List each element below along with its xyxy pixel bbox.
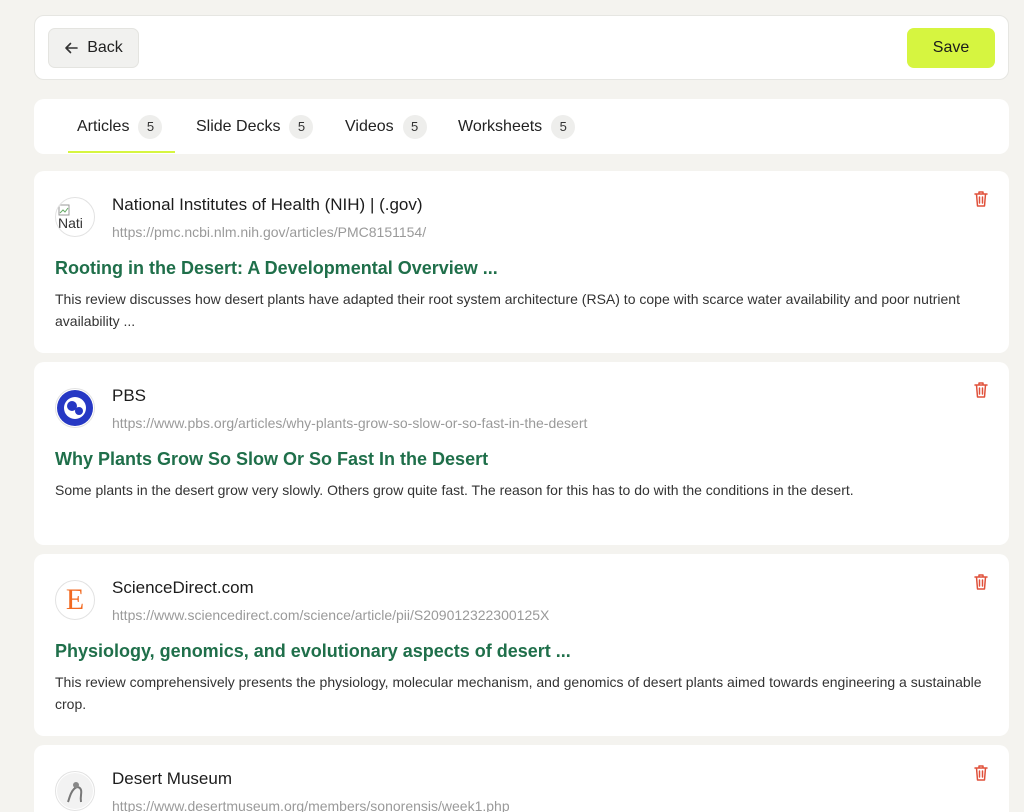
tab-count-badge: 5 bbox=[289, 114, 314, 139]
article-title[interactable]: Why Plants Grow So Slow Or So Fast In th… bbox=[55, 449, 488, 470]
source-name: Desert Museum bbox=[112, 769, 232, 788]
source-logo bbox=[55, 388, 95, 428]
trash-icon[interactable] bbox=[973, 764, 989, 782]
back-label: Back bbox=[87, 39, 123, 56]
desert-museum-logo-icon bbox=[57, 773, 93, 809]
back-button[interactable]: Back bbox=[48, 28, 139, 68]
tab-label: Worksheets bbox=[458, 117, 543, 135]
source-name: National Institutes of Health (NIH) | (.… bbox=[112, 195, 423, 214]
tab-count-badge: 5 bbox=[551, 114, 576, 139]
trash-icon[interactable] bbox=[973, 573, 989, 591]
article-description: Some plants in the desert grow very slow… bbox=[55, 482, 854, 498]
article-description: This review comprehensively presents the… bbox=[55, 674, 982, 712]
source-url[interactable]: https://www.desertmuseum.org/members/son… bbox=[112, 798, 510, 812]
article-card: Desert Museum https://www.desertmuseum.o… bbox=[34, 745, 1009, 812]
tab-label: Videos bbox=[345, 117, 394, 135]
tab-videos[interactable]: Videos 5 bbox=[345, 99, 427, 154]
article-title[interactable]: Rooting in the Desert: A Developmental O… bbox=[55, 258, 498, 279]
trash-icon[interactable] bbox=[973, 190, 989, 208]
article-card: E ScienceDirect.com https://www.scienced… bbox=[34, 554, 1009, 736]
tab-count-badge: 5 bbox=[402, 114, 427, 139]
article-card: PBS https://www.pbs.org/articles/why-pla… bbox=[34, 362, 1009, 545]
tab-label: Slide Decks bbox=[196, 117, 281, 135]
article-card: Nati National Institutes of Health (NIH)… bbox=[34, 171, 1009, 353]
resource-tabs: Articles 5 Slide Decks 5 Videos 5 Worksh… bbox=[34, 99, 1009, 154]
logo-alt-text: Nati bbox=[58, 215, 83, 231]
save-button[interactable]: Save bbox=[907, 28, 995, 68]
source-logo: E bbox=[55, 580, 95, 620]
source-logo bbox=[55, 771, 95, 811]
broken-image-icon: Nati bbox=[56, 204, 94, 230]
tab-slide-decks[interactable]: Slide Decks 5 bbox=[196, 99, 314, 154]
source-logo: Nati bbox=[55, 197, 95, 237]
source-name: PBS bbox=[112, 386, 147, 405]
source-name: ScienceDirect.com bbox=[112, 578, 254, 597]
source-url[interactable]: https://pmc.ncbi.nlm.nih.gov/articles/PM… bbox=[112, 224, 426, 240]
trash-icon[interactable] bbox=[973, 381, 989, 399]
top-bar: Back Save bbox=[34, 15, 1009, 80]
elsevier-logo-icon: E bbox=[65, 583, 85, 616]
tab-worksheets[interactable]: Worksheets 5 bbox=[458, 99, 576, 154]
arrow-left-icon bbox=[65, 42, 79, 54]
source-url[interactable]: https://www.pbs.org/articles/why-plants-… bbox=[112, 415, 587, 431]
tab-label: Articles bbox=[77, 117, 130, 135]
article-title[interactable]: Physiology, genomics, and evolutionary a… bbox=[55, 641, 571, 662]
tab-count-badge: 5 bbox=[138, 114, 163, 139]
source-url[interactable]: https://www.sciencedirect.com/science/ar… bbox=[112, 607, 549, 623]
tab-articles[interactable]: Articles 5 bbox=[77, 99, 163, 154]
pbs-logo-icon bbox=[57, 390, 93, 426]
article-description: This review discusses how desert plants … bbox=[55, 291, 960, 329]
active-tab-indicator bbox=[68, 151, 175, 153]
